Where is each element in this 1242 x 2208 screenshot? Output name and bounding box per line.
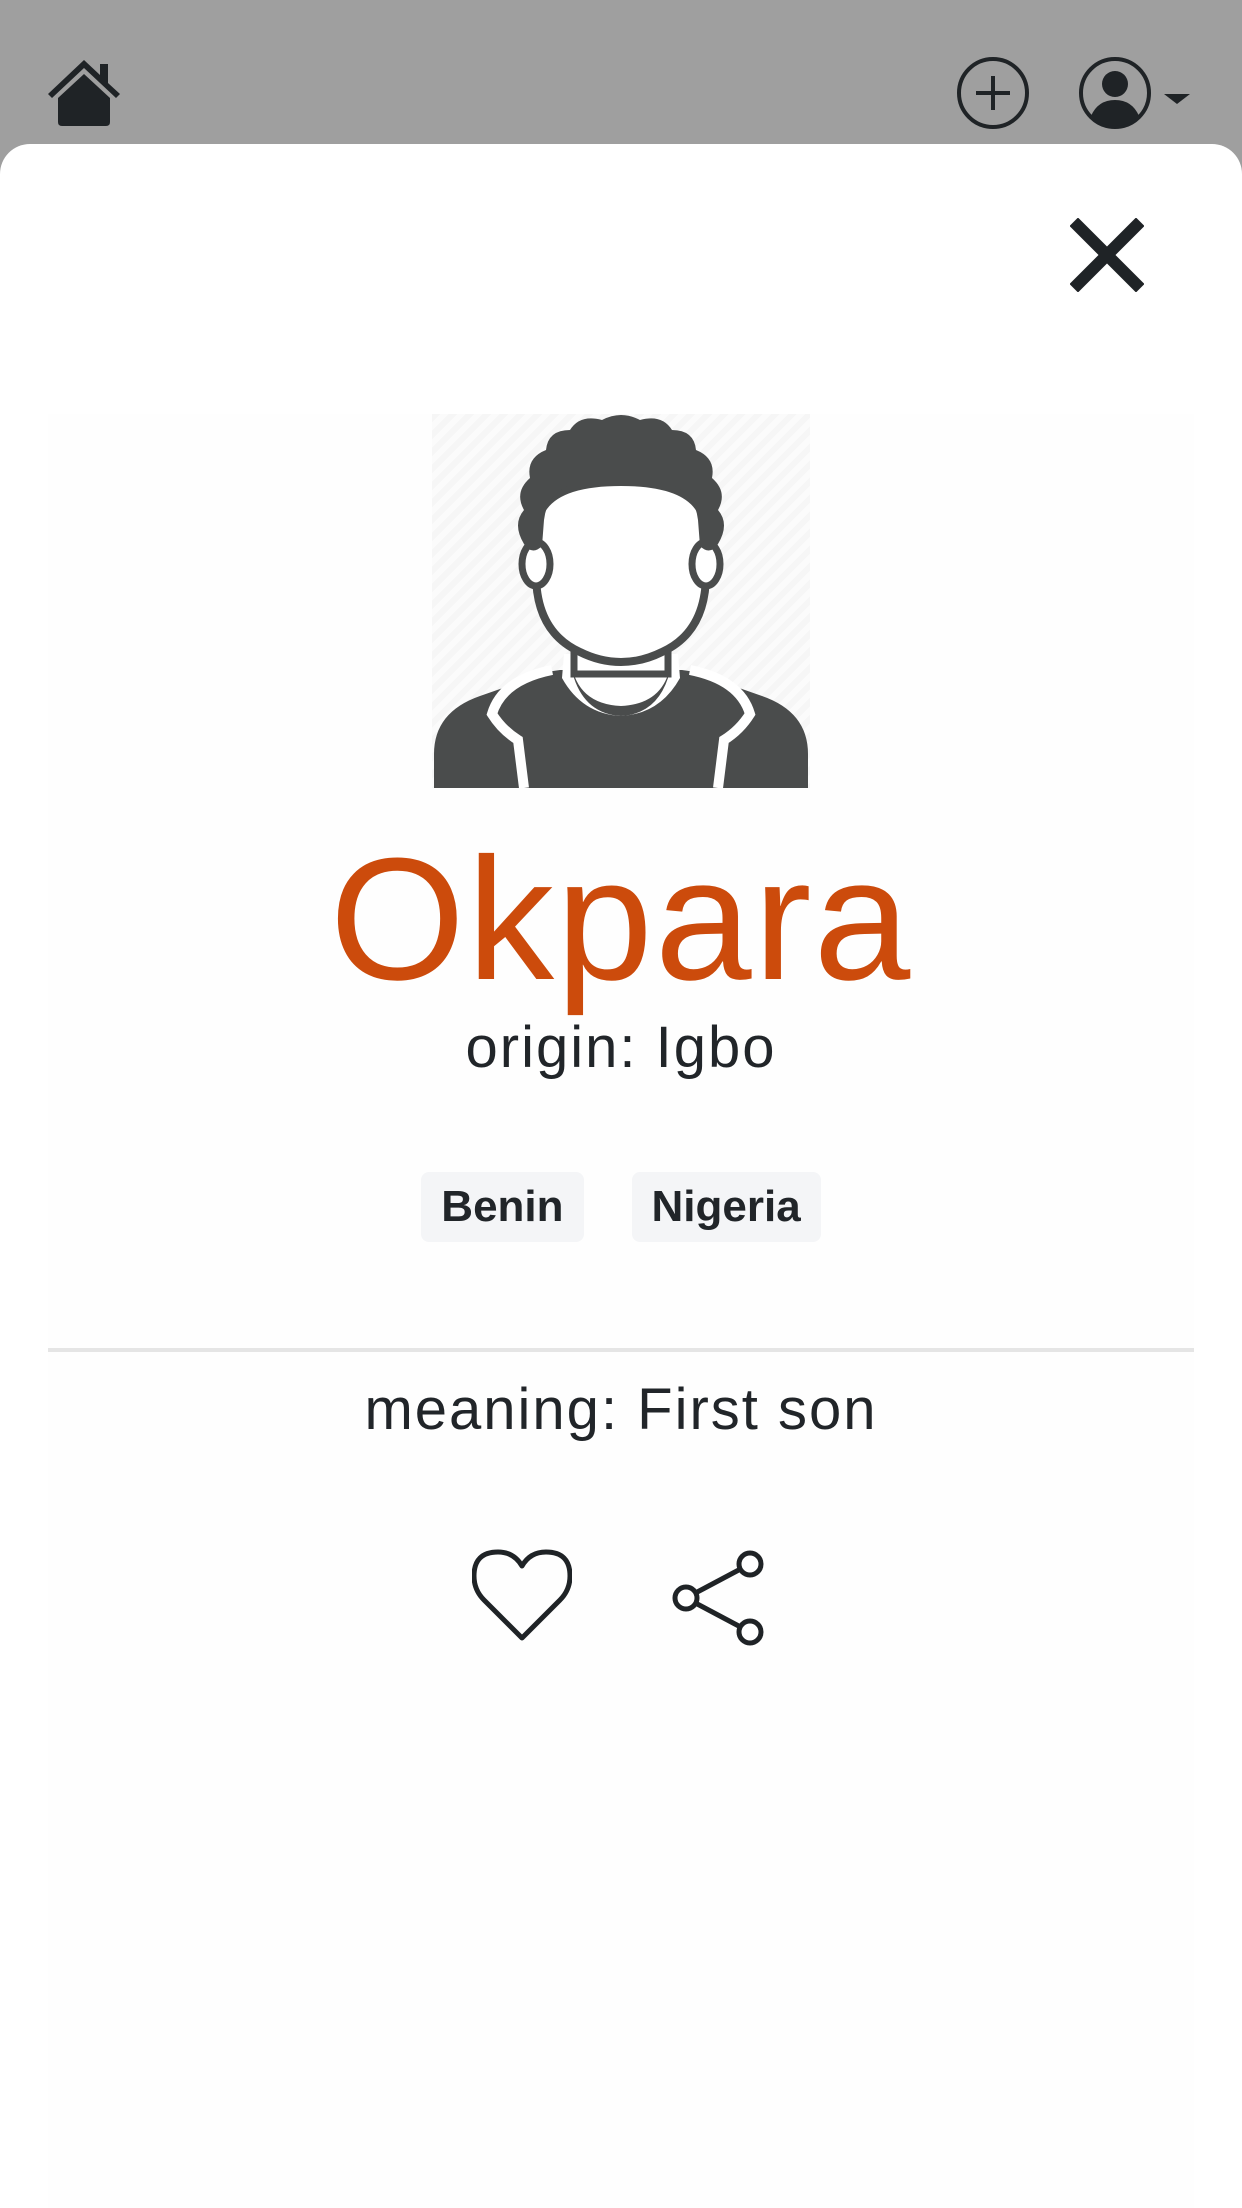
caret-down-icon: [1164, 94, 1190, 104]
name-card: Okpara origin: Igbo Benin Nigeria meanin…: [48, 414, 1194, 2208]
name-detail-modal: Okpara origin: Igbo Benin Nigeria meanin…: [0, 144, 1242, 2208]
card-actions: [48, 1548, 1194, 1648]
meaning-text: meaning: First son: [364, 1377, 878, 1442]
heart-icon[interactable]: [471, 1548, 573, 1644]
home-icon[interactable]: [46, 58, 122, 128]
origin-text: origin: Igbo: [465, 1015, 777, 1080]
name-title: Okpara: [329, 821, 913, 1016]
plus-circle-icon: [957, 57, 1029, 129]
add-name-button[interactable]: [956, 56, 1030, 130]
tag-benin[interactable]: Benin: [421, 1172, 584, 1242]
tag-nigeria[interactable]: Nigeria: [631, 1172, 821, 1242]
close-icon[interactable]: [1069, 217, 1145, 293]
share-icon[interactable]: [668, 1548, 768, 1648]
top-nav-bar: [0, 0, 1242, 144]
divider: [48, 1348, 1194, 1352]
country-tags: Benin Nigeria: [48, 1172, 1194, 1242]
person-avatar-icon: [432, 414, 810, 789]
user-circle-icon: [1079, 57, 1190, 129]
user-menu-button[interactable]: [1078, 56, 1196, 130]
